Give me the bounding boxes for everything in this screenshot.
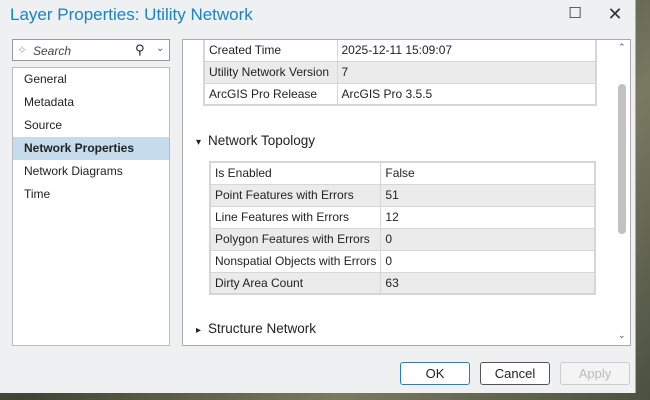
property-value: 2025-12-11 15:09:07 — [336, 40, 597, 62]
property-name: Dirty Area Count — [209, 271, 382, 295]
property-value: 7 — [336, 60, 597, 84]
scroll-down-icon[interactable]: ⌄ — [618, 330, 626, 341]
chevron-down-icon[interactable]: ⌄ — [156, 43, 164, 54]
ok-button[interactable]: OK — [400, 362, 470, 385]
scrollbar[interactable]: ⌃ ⌄ — [615, 40, 630, 345]
table-row: Nonspatial Objects with Errors 0 — [209, 249, 596, 273]
search-input[interactable]: ✧ Search ⚲ ⌄ — [12, 39, 170, 61]
general-table: Created Time 2025-12-11 15:09:07 Utility N… — [203, 40, 597, 106]
table-row: Created Time 2025-12-11 15:09:07 — [203, 40, 597, 62]
sidebar-item-source[interactable]: Source — [13, 114, 169, 137]
network-topology-header[interactable]: ▾ Network Topology — [196, 133, 315, 148]
property-name: Is Enabled — [209, 161, 382, 185]
search-icon[interactable]: ⚲ — [135, 42, 145, 58]
maximize-icon[interactable]: ☐ — [562, 4, 588, 24]
topology-table: Is Enabled False Point Features with Error… — [209, 161, 596, 295]
sidebar-item-metadata[interactable]: Metadata — [13, 91, 169, 114]
property-name: ArcGIS Pro Release — [203, 82, 338, 106]
property-value: 0 — [380, 227, 596, 251]
section-title: Structure Network — [208, 321, 317, 336]
sidebar-list: General Metadata Source Network Properti… — [12, 67, 170, 346]
chevron-right-icon: ▸ — [196, 325, 202, 336]
property-value: 12 — [380, 205, 596, 229]
table-row: Is Enabled False — [209, 161, 596, 185]
chevron-down-icon: ▾ — [196, 137, 202, 148]
structure-network-header[interactable]: ▸ Structure Network — [196, 321, 316, 336]
property-name: Nonspatial Objects with Errors — [209, 249, 382, 273]
window-title: Layer Properties: Utility Network — [10, 5, 253, 24]
layer-properties-dialog: Layer Properties: Utility Network ☐ ✕ ✧ … — [0, 0, 636, 393]
table-row: Line Features with Errors 12 — [209, 205, 596, 229]
table-row: Utility Network Version 7 — [203, 60, 597, 84]
cancel-button[interactable]: Cancel — [480, 362, 550, 385]
property-value: 0 — [380, 249, 596, 273]
sparkle-icon: ✧ — [17, 43, 28, 57]
scrollbar-thumb[interactable] — [618, 84, 626, 234]
table-row: Polygon Features with Errors 0 — [209, 227, 596, 251]
property-name: Created Time — [203, 40, 338, 62]
property-value: 51 — [380, 183, 596, 207]
apply-button[interactable]: Apply — [560, 362, 630, 385]
property-value: False — [380, 161, 596, 185]
properties-panel: Created Time 2025-12-11 15:09:07 Utility N… — [182, 39, 631, 346]
property-value: 63 — [380, 271, 596, 295]
property-name: Polygon Features with Errors — [209, 227, 382, 251]
scroll-up-icon[interactable]: ⌃ — [618, 42, 626, 53]
table-row: Dirty Area Count 63 — [209, 271, 596, 295]
table-row: ArcGIS Pro Release ArcGIS Pro 3.5.5 — [203, 82, 597, 106]
sidebar-item-network-properties[interactable]: Network Properties — [13, 137, 169, 160]
section-title: Network Topology — [208, 133, 316, 148]
property-value: ArcGIS Pro 3.5.5 — [336, 82, 597, 106]
property-name: Utility Network Version — [203, 60, 338, 84]
sidebar-item-time[interactable]: Time — [13, 183, 169, 206]
close-icon[interactable]: ✕ — [602, 4, 628, 24]
sidebar-item-general[interactable]: General — [13, 68, 169, 91]
property-name: Point Features with Errors — [209, 183, 382, 207]
property-name: Line Features with Errors — [209, 205, 382, 229]
sidebar-item-network-diagrams[interactable]: Network Diagrams — [13, 160, 169, 183]
search-placeholder: Search — [33, 44, 72, 58]
table-row: Point Features with Errors 51 — [209, 183, 596, 207]
